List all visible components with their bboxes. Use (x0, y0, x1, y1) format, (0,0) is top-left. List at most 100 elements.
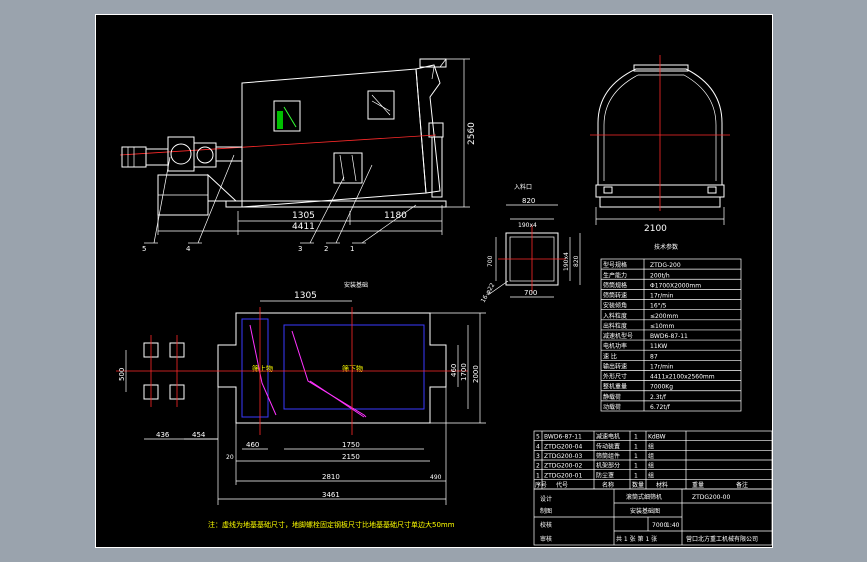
callout-4: 4 (186, 245, 191, 253)
company-name: 营口北方重工机械有限公司 (686, 535, 758, 543)
bom-no: 3 (536, 453, 540, 460)
bom-no: 2 (536, 463, 540, 470)
inlet-dim-190x4: 190x4 (518, 222, 537, 229)
drawing-sheet: 5 4 3 2 1 1305 1180 4411 2560 2100 入料口 8… (95, 14, 773, 548)
tech-param-value: ≤10mm (650, 323, 675, 330)
side-view: 2100 (590, 55, 730, 234)
cad-drawing: 5 4 3 2 1 1305 1180 4411 2560 2100 入料口 8… (116, 55, 773, 546)
tech-params-table: 技术参数 型号规格 ZTDG-200 生产能力 200t/h 筛筒规格 Φ1700X200… (600, 243, 742, 412)
bom-name: 防尘罩 (596, 471, 614, 479)
inlet-dim-190x4-v: 190x4 (563, 252, 570, 271)
fnd-dim-2810: 2810 (322, 473, 340, 481)
tech-param-value: 11KW (650, 343, 667, 350)
bom-mat: KdBW (648, 434, 666, 441)
inlet-dim-700-bottom: 700 (524, 289, 537, 297)
tech-param-value: ZTDG-200 (650, 262, 681, 269)
tech-param-key: 动载荷 (603, 403, 621, 411)
front-view: 5 4 3 2 1 1305 1180 4411 2560 (119, 58, 477, 253)
bom-header-note: 备注 (736, 481, 748, 489)
bom-qty: 1 (634, 472, 638, 479)
inlet-hole-note: 16-φ22 (480, 282, 497, 304)
bom-header-weight: 重量 (692, 481, 704, 489)
bom-header-mat: 材料 (656, 481, 668, 489)
fnd-dim-20: 20 (226, 454, 234, 461)
inlet-dim-820: 820 (522, 197, 535, 205)
bom-no: 5 (536, 434, 540, 441)
fnd-dim-2000: 2000 (472, 365, 480, 383)
tech-param-value: 17r/min (650, 363, 674, 370)
fnd-dim-454: 454 (192, 431, 206, 439)
bom-mat: 组 (648, 462, 654, 470)
fnd-dim-490: 490 (430, 474, 442, 481)
fnd-dim-1750: 1750 (342, 441, 360, 449)
dim-1305: 1305 (292, 211, 315, 221)
bom-no: 4 (536, 443, 540, 450)
inlet-dim-820-v: 820 (573, 255, 580, 267)
bom-header-name: 名称 (602, 481, 614, 489)
bom-qty: 1 (634, 434, 638, 441)
right-bearing (428, 122, 444, 138)
tech-param-key: 筛筒规格 (603, 281, 627, 289)
foundation-plan: 安装基础 筛上物 筛下物 1305 500 436 454 460 1750 2… (116, 281, 486, 529)
tech-param-value: 4411x2100x2560mm (650, 374, 715, 381)
bom-code: BWD6-87-11 (544, 434, 582, 441)
bom-qty: 1 (634, 453, 638, 460)
fnd-dim-3461: 3461 (322, 491, 340, 499)
inspection-window-3 (333, 152, 363, 184)
tech-param-value: 87 (650, 353, 658, 360)
tech-param-key: 安装倾角 (603, 302, 627, 310)
tech-param-key: 外形尺寸 (603, 373, 627, 381)
undersize-chute (291, 330, 367, 418)
dim-2100: 2100 (644, 224, 667, 234)
tech-param-key: 生产能力 (603, 271, 627, 279)
fnd-dim-2150: 2150 (342, 453, 360, 461)
bom-table: 5 BWD6-87-11 减速电机 1 KdBW 4 ZTDG200-04 传动装置 1 组 3 ZT… (533, 430, 773, 490)
bom-code: ZTDG200-04 (544, 443, 582, 450)
callout-3: 3 (298, 245, 302, 253)
tech-param-key: 型号规格 (603, 261, 627, 269)
screen-drum-cover (241, 68, 427, 208)
tech-param-key: 整机重量 (603, 383, 627, 391)
bom-qty: 1 (634, 463, 638, 470)
tech-param-key: 电机功率 (603, 342, 627, 350)
role-approve: 审核 (540, 535, 552, 543)
tech-title: 技术参数 (654, 243, 678, 251)
tech-param-value: ≤200mm (650, 313, 678, 320)
scale: 1:40 (666, 522, 680, 529)
tech-param-key: 筛筒转速 (603, 292, 627, 300)
callout-2: 2 (324, 245, 328, 253)
bom-mat: 组 (648, 471, 654, 479)
tech-param-value: Φ1700X2000mm (650, 282, 701, 289)
inlet-dim-700-side: 700 (487, 255, 494, 267)
tech-param-key: 出料粒度 (603, 322, 627, 330)
bom-mat: 组 (648, 442, 654, 450)
fnd-dim-1700: 1700 (460, 363, 468, 381)
bom-header-code: 代号 (556, 481, 568, 489)
tech-param-key: 减速机型号 (603, 332, 633, 340)
dim-2560: 2560 (467, 122, 477, 145)
tech-param-value: 7000Kg (650, 384, 673, 391)
fnd-dim-436: 436 (156, 431, 170, 439)
bom-header-qty: 数量 (632, 481, 644, 489)
bom-code: ZTDG200-01 (544, 472, 582, 479)
bom-mat: 组 (648, 452, 654, 460)
sheet-count: 共 1 张 第 1 张 (616, 535, 657, 543)
tech-param-value: 2.3t/f (650, 394, 667, 401)
drawing-name: 安装基础图 (630, 507, 660, 515)
tech-param-key: 输出转速 (603, 362, 627, 370)
title-block: 滚筒式细筛机 ZTDG200-00 安装基础图 7000 1:40 共 1 张 … (533, 488, 773, 546)
discharge-housing (415, 64, 441, 194)
label-undersize: 筛下物 (342, 364, 363, 373)
bom-name: 筛筒组件 (596, 452, 620, 460)
foundation-note: 注：虚线为地基基础尺寸，地脚螺栓固定钢板尺寸比地基基础尺寸单边大50mm (208, 520, 455, 529)
inlet-detail: 入料口 820 190x4 700 190x4 820 700 16-φ22 (480, 183, 581, 304)
bom-code: ZTDG200-03 (544, 453, 582, 460)
bom-no: 1 (536, 472, 540, 479)
fnd-dim-460: 460 (246, 441, 259, 449)
role-draft: 制图 (540, 507, 552, 515)
tech-param-value: 6.72t/f (650, 404, 671, 411)
tech-param-value: BWD6-87-11 (650, 333, 688, 340)
role-check: 校核 (540, 521, 552, 529)
bom-code: ZTDG200-02 (544, 463, 582, 470)
tech-param-value: 200t/h (650, 272, 670, 279)
